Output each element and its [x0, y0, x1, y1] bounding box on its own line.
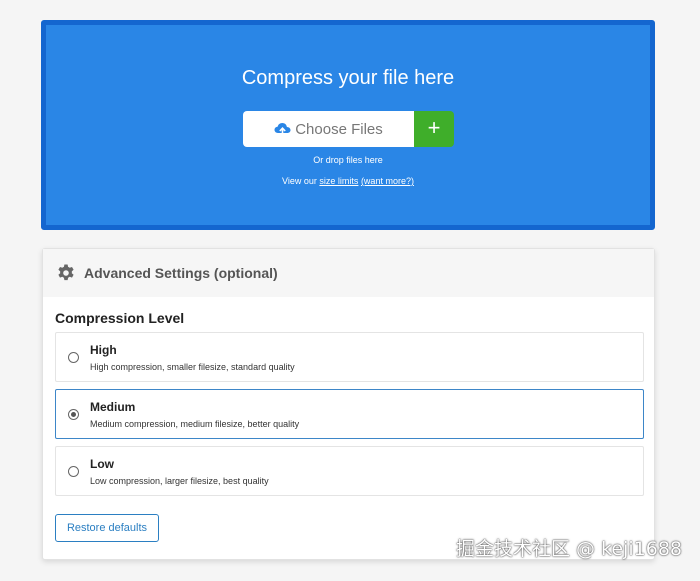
size-limits-link[interactable]: size limits [319, 176, 358, 186]
option-low-label: Low [90, 457, 114, 471]
radio-medium[interactable] [68, 409, 79, 420]
option-high-description: High compression, smaller filesize, stan… [90, 362, 295, 372]
option-high-label: High [90, 343, 117, 357]
option-medium-description: Medium compression, medium filesize, bet… [90, 419, 300, 429]
advanced-settings-card: Advanced Settings (optional) Compression… [42, 248, 655, 560]
option-medium-label: Medium [90, 400, 136, 414]
want-more-link[interactable]: (want more?) [361, 176, 414, 186]
advanced-settings-header[interactable]: Advanced Settings (optional) [43, 249, 654, 297]
choose-files-button[interactable]: Choose Files [243, 111, 414, 147]
option-medium[interactable]: Medium Medium compression, medium filesi… [55, 389, 644, 439]
option-high[interactable]: High High compression, smaller filesize,… [55, 332, 644, 382]
watermark: 掘金技术社区 @ keji1688 [455, 538, 682, 560]
option-low-description: Low compression, larger filesize, best q… [90, 476, 269, 486]
file-chooser: Choose Files + [243, 111, 454, 147]
upload-title: Compress your file here [241, 67, 455, 89]
radio-low[interactable] [68, 466, 79, 477]
limits-prefix: View our [282, 176, 320, 186]
choose-files-label: Choose Files [295, 120, 383, 138]
gear-icon [56, 263, 76, 283]
restore-defaults-button[interactable]: Restore defaults [55, 514, 159, 542]
radio-high[interactable] [68, 352, 79, 363]
size-limits-text: View our size limits (want more?) [46, 176, 650, 186]
advanced-settings-title: Advanced Settings (optional) [84, 265, 278, 281]
drop-files-text: Or drop files here [313, 155, 383, 165]
compression-level-title: Compression Level [55, 310, 185, 326]
add-files-button[interactable]: + [414, 111, 454, 147]
cloud-upload-icon [274, 122, 291, 137]
upload-panel[interactable]: Compress your file here Choose Files + O… [41, 20, 655, 230]
option-low[interactable]: Low Low compression, larger filesize, be… [55, 446, 644, 496]
